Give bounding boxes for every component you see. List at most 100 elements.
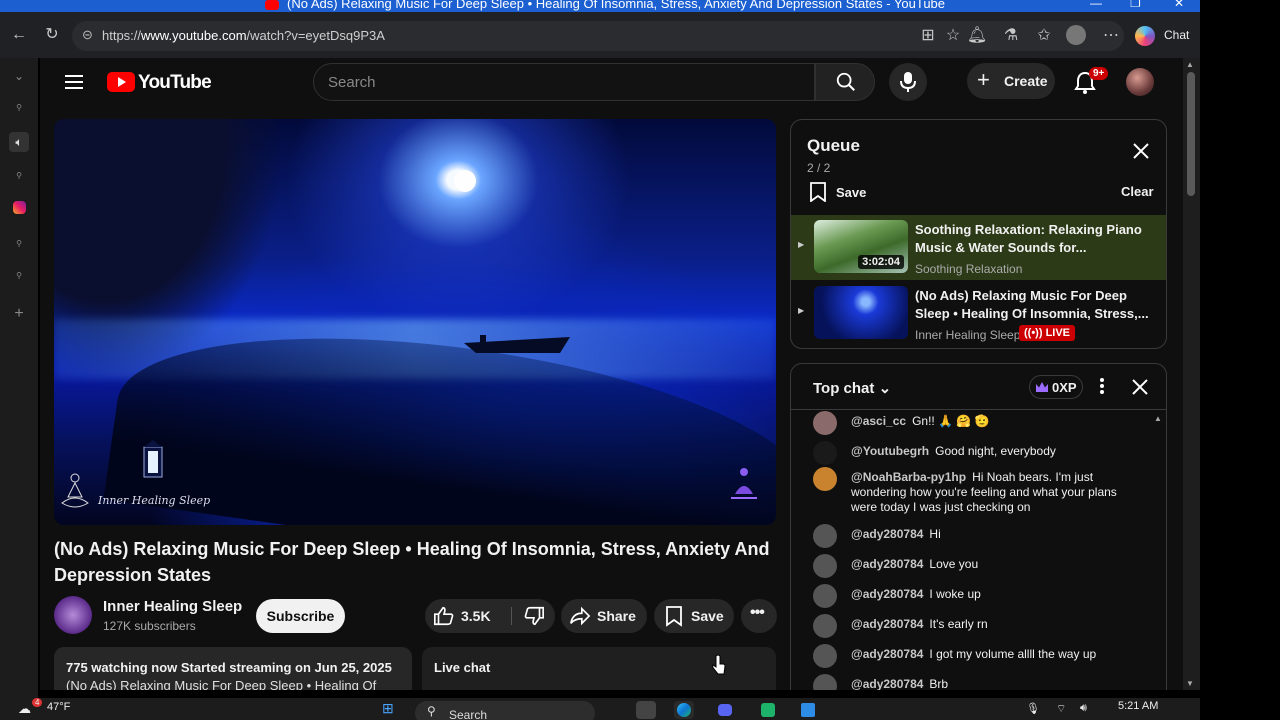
copilot-chat-button[interactable]: Chat (1130, 23, 1196, 49)
avatar[interactable] (813, 411, 837, 435)
taskbar-search[interactable]: ⚲ Search (415, 701, 595, 720)
favorites-icon[interactable]: ✩ (1033, 25, 1055, 47)
queue-thumbnail (814, 286, 908, 339)
chat-mode-dropdown[interactable]: Top chat ⌄ (813, 379, 891, 397)
avatar[interactable] (813, 467, 837, 491)
description-box[interactable]: 775 watching now Started streaming on Ju… (54, 647, 412, 690)
create-button[interactable]: + Create (967, 63, 1055, 99)
avatar[interactable] (813, 524, 837, 548)
subscribe-button[interactable]: Subscribe (256, 599, 345, 633)
voice-search-button[interactable] (889, 63, 927, 101)
search-button[interactable] (815, 63, 875, 101)
lantern-icon (143, 440, 163, 478)
chevron-down-icon[interactable]: ⌄ (9, 66, 29, 86)
discord-icon[interactable] (715, 701, 735, 719)
account-avatar[interactable] (1126, 68, 1154, 96)
chat-message: @ady280784 I got my volume allll the way … (813, 644, 1133, 668)
live-chat-panel[interactable]: Live chat (422, 647, 776, 690)
live-chat: Top chat ⌄ 0XP ▲ @asci_cc Gn!! 🙏 🤗 🫡 @You… (790, 363, 1167, 690)
search-icon[interactable]: ⚲ (9, 266, 29, 286)
share-icon (570, 606, 591, 626)
add-icon[interactable]: + (9, 304, 29, 324)
microphone-icon[interactable]: 🎙︎ (1026, 702, 1040, 715)
windows-start-icon[interactable]: ⊞ (382, 700, 394, 717)
save-button[interactable]: Save (654, 599, 734, 633)
video-player[interactable]: Inner Healing Sleep (54, 119, 776, 525)
thumbs-down-icon (524, 606, 544, 626)
avatar[interactable] (813, 554, 837, 578)
app-available-icon[interactable]: ⊞ (917, 25, 939, 47)
browser-toolbar: ← ↻ ⊝ https://www.youtube.com/watch?v=ey… (0, 12, 1200, 58)
notification-count-badge: 9+ (1089, 67, 1109, 80)
scroll-up-icon[interactable]: ▲ (1186, 60, 1194, 69)
scroll-down-icon[interactable]: ▼ (1186, 679, 1194, 688)
queue-save-button[interactable]: Save (809, 182, 879, 204)
hamburger-menu-icon[interactable] (62, 71, 86, 93)
favorite-star-icon[interactable]: ☆ (942, 25, 964, 47)
maximize-button[interactable]: ❐ (1130, 0, 1141, 10)
chat-more-icon[interactable] (1097, 376, 1107, 398)
url-text: https://www.youtube.com/watch?v=eyetDsq9… (102, 28, 385, 43)
avatar[interactable] (813, 674, 837, 690)
back-arrow-icon[interactable]: ← (8, 24, 30, 46)
address-bar[interactable]: ⊝ https://www.youtube.com/watch?v=eyetDs… (72, 21, 1124, 51)
window-title: (No Ads) Relaxing Music For Deep Sleep •… (287, 0, 946, 11)
queue-item[interactable]: ▶ (No Ads) Relaxing Music For Deep Sleep… (791, 281, 1166, 346)
search-icon[interactable]: ⚲ (9, 98, 29, 118)
close-chat-icon[interactable] (1131, 378, 1149, 396)
search-icon[interactable]: ⚲ (9, 234, 29, 254)
search-icon (836, 72, 855, 91)
more-menu-icon[interactable]: ⋯ (1100, 25, 1122, 47)
channel-name[interactable]: Inner Healing Sleep (103, 598, 242, 615)
now-playing-icon: ▶ (798, 240, 805, 249)
profile-avatar-icon[interactable] (1066, 25, 1086, 45)
notifications-button[interactable]: 9+ (1072, 67, 1112, 98)
speaker-icon[interactable]: 🔈︎ (9, 132, 29, 152)
volume-icon[interactable]: 🔊︎ (1080, 702, 1087, 715)
close-window-button[interactable]: ✕ (1174, 0, 1184, 10)
video-watermark: Inner Healing Sleep (98, 494, 211, 507)
refresh-icon[interactable]: ↻ (41, 24, 63, 46)
avatar[interactable] (813, 644, 837, 668)
instagram-icon[interactable] (9, 200, 29, 220)
search-input[interactable] (328, 72, 798, 92)
site-info-icon[interactable]: ⊝ (82, 27, 93, 43)
more-actions-button[interactable]: ••• (741, 599, 777, 633)
search-icon[interactable]: ⚲ (9, 166, 29, 186)
system-clock[interactable]: 5:21 AM (1118, 700, 1158, 712)
youtube-favicon-icon (265, 0, 279, 10)
weather-temperature[interactable]: 47°F (47, 701, 70, 713)
store-icon[interactable] (798, 701, 818, 719)
queue-item[interactable]: ▶ 3:02:04 Soothing Relaxation: Relaxing … (791, 215, 1166, 280)
watching-now-text: 775 watching now Started streaming on Ju… (66, 660, 392, 675)
terminal-icon[interactable] (758, 701, 778, 719)
chevron-down-icon: ⌄ (878, 380, 892, 397)
xp-badge[interactable]: 0XP (1029, 375, 1083, 399)
windows-taskbar: ☁ 4 47°F ⊞ ⚲ Search 🎙︎ ⌔ 🔊︎ 5:21 AM (0, 698, 1200, 720)
scrollbar-thumb[interactable] (1187, 72, 1195, 196)
avatar[interactable] (813, 614, 837, 638)
chat-message: @ady280784 Brb (813, 674, 1133, 690)
weather-icon[interactable]: ☁ (18, 701, 31, 717)
channel-avatar[interactable] (54, 596, 92, 634)
wifi-icon[interactable]: ⌔ (1056, 702, 1066, 716)
like-button[interactable]: 3.5K (425, 599, 511, 633)
video-title: (No Ads) Relaxing Music For Deep Sleep •… (54, 539, 770, 585)
extensions-icon[interactable]: ⚗ (1000, 25, 1022, 47)
close-queue-icon[interactable] (1132, 142, 1150, 160)
description-text: (No Ads) Relaxing Music For Deep Sleep •… (66, 678, 377, 690)
share-button[interactable]: Share (561, 599, 647, 633)
bell-icon[interactable]: 🔔︎ (966, 25, 988, 47)
task-view-icon[interactable] (636, 701, 656, 719)
dislike-button[interactable] (512, 599, 555, 633)
mouse-cursor-icon (712, 654, 726, 675)
minimize-button[interactable]: — (1090, 0, 1102, 10)
scroll-up-icon[interactable]: ▲ (1154, 414, 1162, 423)
edge-icon[interactable] (674, 701, 694, 719)
avatar[interactable] (813, 441, 837, 465)
queue-clear-button[interactable]: Clear (1121, 184, 1154, 199)
avatar[interactable] (813, 584, 837, 608)
video-duration: 3:02:04 (858, 255, 904, 269)
moon-icon (454, 170, 476, 192)
page-scrollbar[interactable]: ▲ ▼ (1183, 58, 1200, 690)
